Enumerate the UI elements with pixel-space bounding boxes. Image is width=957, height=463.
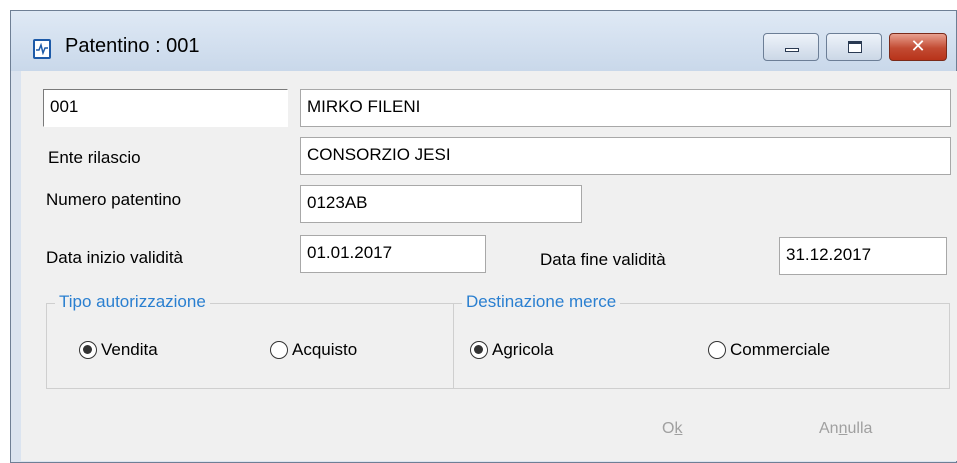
form-area: 001 MIRKO FILENI Ente rilascio CONSORZIO… xyxy=(21,71,957,461)
numero-label: Numero patentino xyxy=(46,190,182,209)
fine-label: Data fine validità xyxy=(540,250,666,269)
radio-unchecked-icon xyxy=(708,341,726,359)
ok-button[interactable]: Ok xyxy=(662,420,682,438)
radio-label: Vendita xyxy=(101,340,158,359)
destinazione-merce-group: Destinazione merce Agricola Commerciale xyxy=(453,292,950,389)
close-button[interactable]: ✕ xyxy=(889,33,947,61)
maximize-button[interactable] xyxy=(826,33,882,61)
maximize-icon xyxy=(848,41,862,53)
destinazione-legend: Destinazione merce xyxy=(462,292,621,312)
radio-commerciale[interactable]: Commerciale xyxy=(708,340,830,360)
code-field[interactable]: 001 xyxy=(43,89,288,127)
ok-accelerator: k xyxy=(674,420,683,437)
window-title: Patentino : 001 xyxy=(65,35,200,57)
radio-agricola[interactable]: Agricola xyxy=(470,340,553,360)
ente-label: Ente rilascio xyxy=(48,148,141,167)
annulla-label-rest: ulla xyxy=(847,420,873,437)
dialog-window: Patentino : 001 ✕ 001 MIRKO FILENI Ente … xyxy=(10,10,957,463)
close-icon: ✕ xyxy=(910,36,926,57)
annulla-button[interactable]: Annulla xyxy=(819,420,872,438)
ente-field[interactable]: CONSORZIO JESI xyxy=(300,137,951,175)
app-icon xyxy=(33,39,51,59)
minimize-icon xyxy=(785,48,799,52)
inizio-field[interactable]: 01.01.2017 xyxy=(300,235,486,273)
radio-label: Commerciale xyxy=(730,340,831,359)
numero-field[interactable]: 0123AB xyxy=(300,185,582,223)
name-field[interactable]: MIRKO FILENI xyxy=(300,89,951,127)
fine-field[interactable]: 31.12.2017 xyxy=(779,237,947,275)
tipo-legend: Tipo autorizzazione xyxy=(55,292,210,312)
radio-checked-icon xyxy=(79,341,97,359)
radio-label: Acquisto xyxy=(292,340,358,359)
radio-unchecked-icon xyxy=(270,341,288,359)
tipo-autorizzazione-group: Tipo autorizzazione Vendita Acquisto xyxy=(46,292,454,389)
radio-acquisto[interactable]: Acquisto xyxy=(270,340,357,360)
annulla-label: An xyxy=(819,420,839,437)
ok-label: O xyxy=(662,420,675,437)
title-bar[interactable]: Patentino : 001 ✕ xyxy=(11,11,956,71)
radio-checked-icon xyxy=(470,341,488,359)
radio-vendita[interactable]: Vendita xyxy=(79,340,158,360)
inizio-label: Data inizio validità xyxy=(46,248,184,267)
radio-label: Agricola xyxy=(492,340,554,359)
minimize-button[interactable] xyxy=(763,33,819,61)
